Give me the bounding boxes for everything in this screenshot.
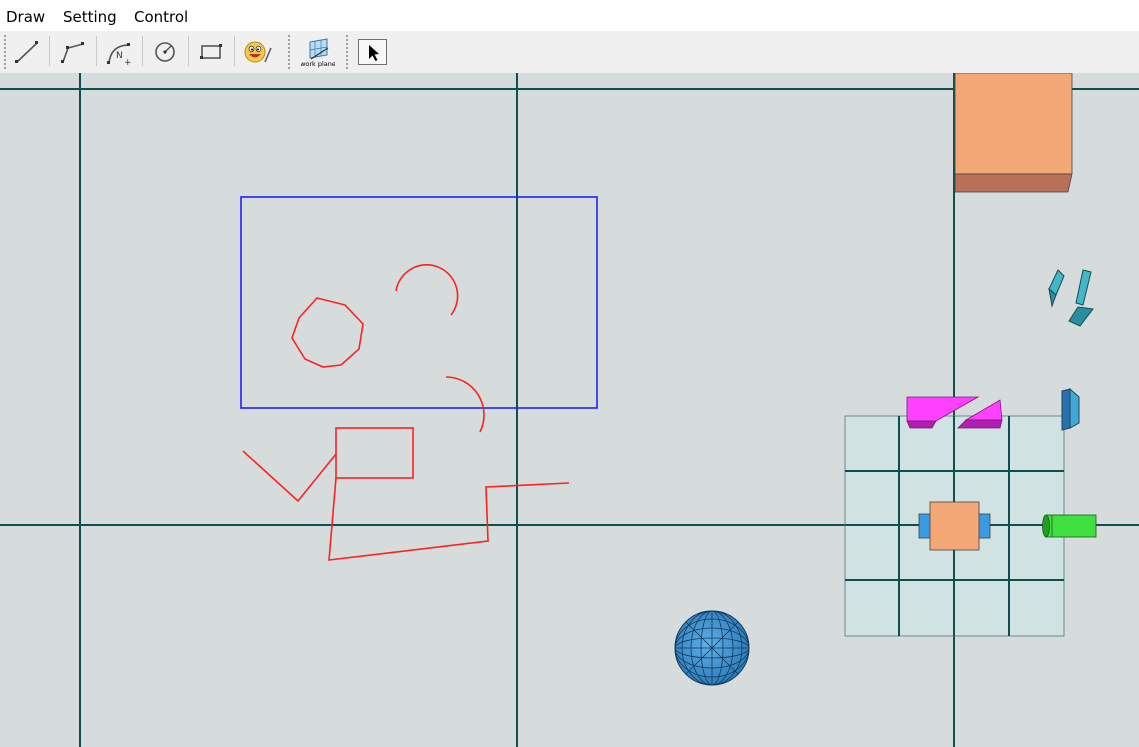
nurbs-curve-icon: N +: [107, 43, 132, 68]
cursor-arrow-icon: [358, 39, 387, 65]
rectangle-icon: [200, 44, 222, 59]
sketch-polygon[interactable]: [291, 297, 364, 368]
nurbs-curve-tool-button[interactable]: N +: [102, 36, 136, 68]
work-plane-icon: work plane: [301, 38, 335, 68]
menu-setting[interactable]: Setting: [63, 8, 117, 26]
select-tool-button[interactable]: [356, 36, 390, 68]
selection-rectangle[interactable]: [240, 196, 598, 409]
sketch-arc-top[interactable]: [395, 264, 459, 316]
nurbs-badge: N: [116, 51, 123, 61]
toolbar: N + work plane: [0, 31, 1139, 74]
smiley-icon: [244, 41, 272, 63]
polyline-icon: [61, 42, 84, 63]
polyline-tool-button[interactable]: [56, 36, 90, 68]
sketch-rectangle[interactable]: [335, 427, 414, 479]
svg-text:+: +: [124, 58, 132, 68]
toolbar-separator: [49, 36, 50, 66]
sketch-polyline[interactable]: [328, 477, 570, 561]
sketch-entities[interactable]: [242, 264, 570, 561]
green-cylinder[interactable]: [1042, 514, 1097, 538]
menu-control[interactable]: Control: [134, 8, 188, 26]
emoji-tool-button[interactable]: [240, 36, 274, 68]
grid-block[interactable]: [918, 501, 991, 551]
scene-svg: [0, 73, 1139, 747]
menu-bar: Draw Setting Control: [0, 0, 1139, 31]
viewport-canvas[interactable]: [0, 73, 1139, 747]
blue-sphere[interactable]: [674, 610, 750, 686]
rectangle-tool-button[interactable]: [194, 36, 228, 68]
cyan-profiles[interactable]: [1048, 269, 1094, 431]
orange-box[interactable]: [954, 73, 1073, 193]
work-plane-tool-button[interactable]: work plane: [301, 36, 335, 68]
line-icon: [15, 41, 38, 63]
work-plane-label: work plane: [301, 60, 335, 68]
sketch-v-line[interactable]: [242, 450, 337, 503]
toolbar-separator: [96, 36, 97, 66]
circle-icon: [155, 42, 175, 62]
sketch-arc-bottom[interactable]: [445, 376, 485, 433]
circle-tool-button[interactable]: [148, 36, 182, 68]
toolbar-separator: [188, 36, 189, 66]
toolbar-separator: [234, 36, 235, 66]
toolbar-grip[interactable]: [288, 35, 290, 69]
toolbar-separator: [142, 36, 143, 66]
toolbar-grip[interactable]: [4, 35, 6, 69]
toolbar-grip[interactable]: [346, 35, 348, 69]
line-tool-button[interactable]: [10, 36, 44, 68]
menu-draw[interactable]: Draw: [6, 8, 45, 26]
